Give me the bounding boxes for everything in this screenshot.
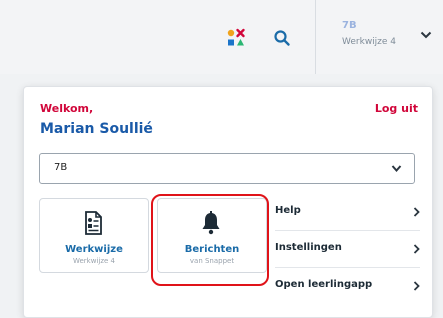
berichten-subtitle: van Snappet [189,257,235,265]
werkwijze-title: Werkwijze [65,244,123,255]
top-bar: 7B Werkwijze 4 [0,0,443,74]
bell-icon [202,211,220,235]
class-code: 7B [342,20,357,31]
menu-item-open-leerlingapp[interactable]: Open leerlingapp [275,267,420,304]
welcome-label: Welkom, [40,102,94,115]
werkwijze-subtitle: Werkwijze 4 [72,257,116,265]
chevron-right-icon [413,207,420,217]
logout-link[interactable]: Log uit [375,102,418,115]
menu-item-label: Open leerlingapp [275,279,373,290]
account-dropdown-panel: Welkom, Log uit Marian Soullié 7B Werkwi… [23,86,433,318]
apps-icon[interactable] [226,28,246,48]
werkwijze-tile[interactable]: Werkwijze Werkwijze 4 [39,198,149,273]
class-method: Werkwijze 4 [342,37,397,47]
menu-item-label: Help [275,205,301,216]
berichten-tile[interactable]: Berichten van Snappet [157,198,267,273]
chevron-down-icon [420,31,432,39]
document-icon [85,211,102,235]
user-name: Marian Soullié [40,121,153,137]
menu-item-instellingen[interactable]: Instellingen [275,230,420,267]
berichten-title: Berichten [184,244,240,255]
account-menu: Help Instellingen Open leerlingapp [275,194,420,304]
menu-item-help[interactable]: Help [275,194,420,230]
chevron-right-icon [413,281,420,291]
chevron-right-icon [413,244,420,254]
chevron-down-icon [391,165,402,173]
class-selector[interactable]: 7B Werkwijze 4 [316,0,443,74]
menu-item-label: Instellingen [275,242,342,253]
group-select[interactable]: 7B [39,153,415,184]
search-icon[interactable] [273,29,291,47]
group-select-value: 7B [54,162,68,173]
